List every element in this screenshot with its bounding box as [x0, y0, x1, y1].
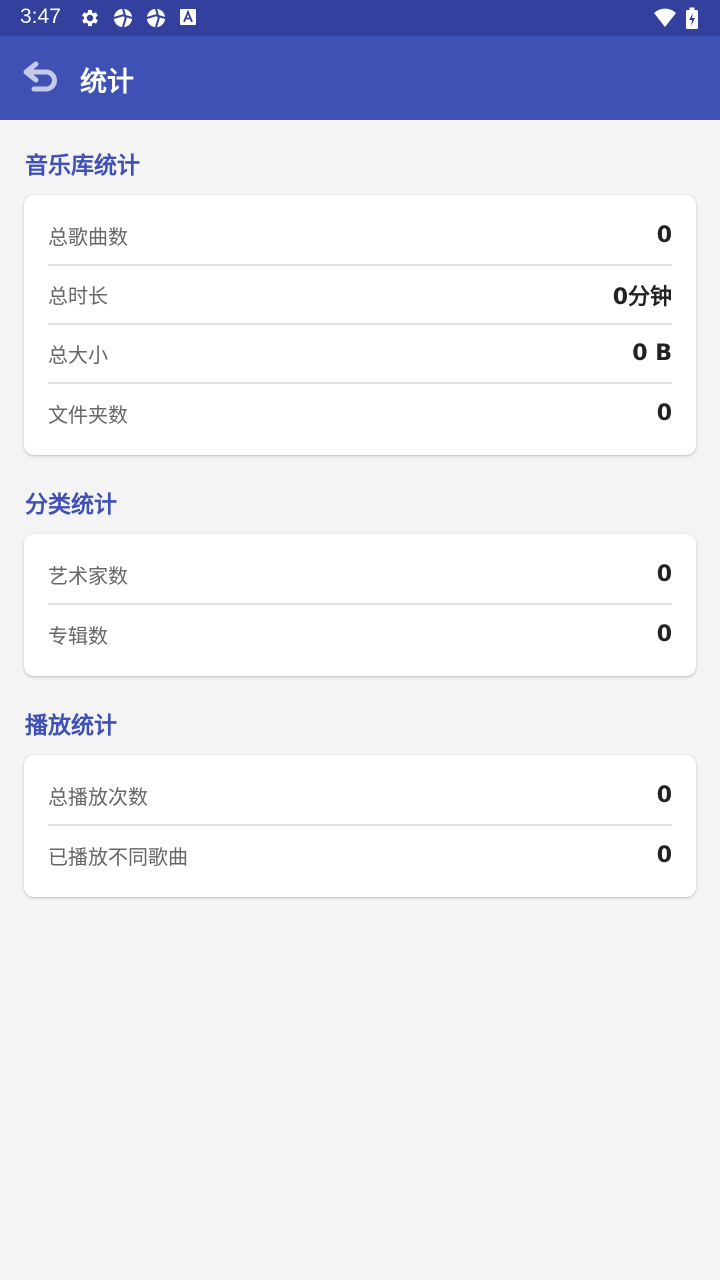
- section-title-playback: 播放统计: [25, 713, 117, 739]
- stat-value: 0: [656, 223, 672, 248]
- stat-row-total-songs: 总歌曲数 0: [48, 207, 672, 266]
- stat-value: 0 B: [632, 341, 672, 366]
- stat-value: 0: [656, 622, 672, 647]
- font-a-icon: [179, 8, 197, 26]
- stat-label: 总大小: [48, 343, 108, 367]
- stat-value: 0: [656, 401, 672, 426]
- stat-row-folder-count: 文件夹数 0: [48, 384, 672, 443]
- stat-row-total-duration: 总时长 0分钟: [48, 266, 672, 325]
- stat-label: 文件夹数: [48, 403, 128, 427]
- stat-label: 艺术家数: [48, 564, 128, 588]
- back-button[interactable]: [14, 52, 70, 104]
- stat-row-distinct-played: 已播放不同歌曲 0: [48, 826, 672, 885]
- stat-value: 0: [656, 843, 672, 868]
- app-bar: 统计: [0, 36, 720, 120]
- stat-row-album-count: 专辑数 0: [48, 605, 672, 664]
- stat-row-total-plays: 总播放次数 0: [48, 767, 672, 826]
- stat-label: 已播放不同歌曲: [48, 845, 188, 869]
- stat-value: 0: [656, 783, 672, 808]
- gear-icon: [79, 7, 101, 29]
- section-title-category: 分类统计: [25, 492, 117, 518]
- back-arrow-icon: [22, 58, 62, 98]
- category-stats-card: 艺术家数 0 专辑数 0: [24, 534, 696, 676]
- status-bar: 3:47: [0, 0, 720, 36]
- section-title-library: 音乐库统计: [25, 153, 140, 179]
- battery-charging-icon: [686, 7, 698, 29]
- stat-row-artist-count: 艺术家数 0: [48, 546, 672, 605]
- stat-label: 总时长: [48, 284, 108, 308]
- aperture-icon: [145, 7, 167, 29]
- stat-label: 总歌曲数: [48, 225, 128, 249]
- stat-label: 专辑数: [48, 624, 108, 648]
- playback-stats-card: 总播放次数 0 已播放不同歌曲 0: [24, 755, 696, 897]
- stat-row-total-size: 总大小 0 B: [48, 325, 672, 384]
- aperture-icon: [112, 7, 134, 29]
- stat-value: 0: [656, 562, 672, 587]
- status-time: 3:47: [20, 5, 61, 28]
- wifi-icon: [653, 7, 676, 29]
- stat-value: 0分钟: [612, 284, 672, 310]
- stat-label: 总播放次数: [48, 785, 148, 809]
- page-title: 统计: [80, 67, 134, 98]
- library-stats-card: 总歌曲数 0 总时长 0分钟 总大小 0 B 文件夹数 0: [24, 195, 696, 455]
